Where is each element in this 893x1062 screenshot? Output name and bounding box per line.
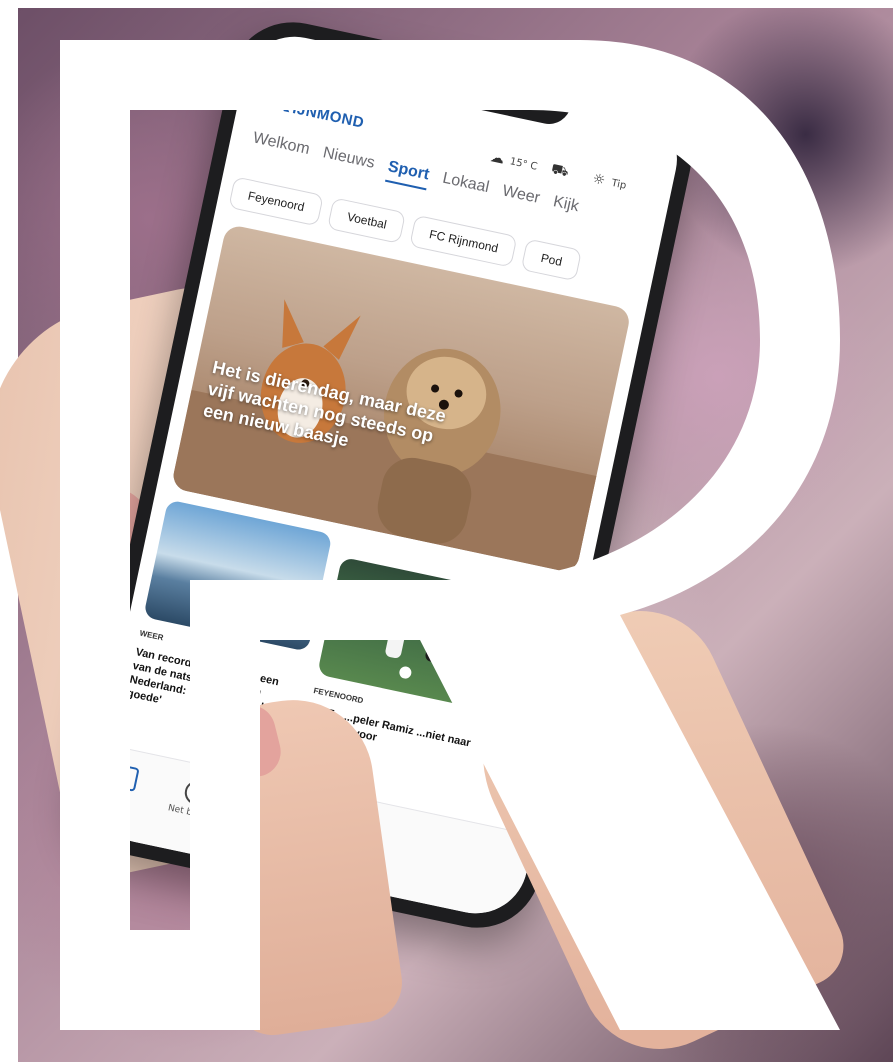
- scene: R IJNMOND Welkom Nieuws Sport Lokaal Wee…: [0, 0, 893, 1062]
- rijnmond-r-overlay: [60, 40, 840, 1030]
